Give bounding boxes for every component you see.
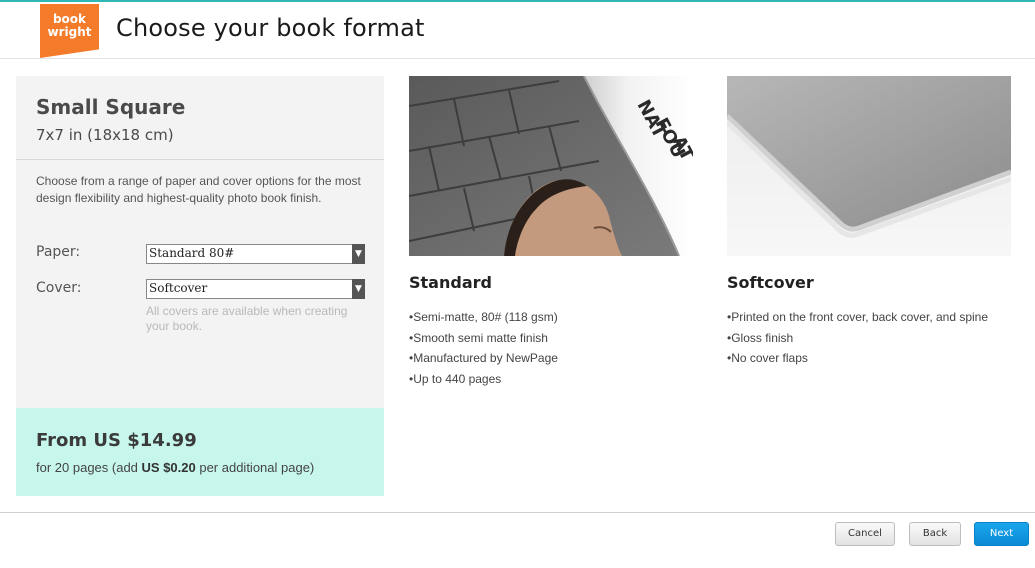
cover-label: Cover: — [36, 280, 82, 296]
list-item: Printed on the front cover, back cover, … — [727, 307, 1027, 328]
cover-features-list: Printed on the front cover, back cover, … — [727, 307, 1027, 369]
price-note: for 20 pages (add US $0.20 per additiona… — [36, 460, 314, 475]
logo-text-line1: book — [52, 12, 87, 26]
bookwright-logo[interactable]: book wright — [40, 4, 99, 58]
cancel-button[interactable]: Cancel — [835, 522, 895, 546]
paper-sample-image: NAT FOU AT — [409, 76, 693, 256]
format-name: Small Square — [36, 95, 186, 119]
cover-title: Softcover — [727, 273, 814, 292]
chevron-down-icon: ▼ — [352, 244, 365, 264]
price-box: From US $14.99 for 20 pages (add US $0.2… — [16, 408, 384, 496]
list-item: Semi-matte, 80# (118 gsm) — [409, 307, 709, 328]
cover-sample-image — [727, 76, 1011, 256]
list-item: Gloss finish — [727, 328, 1027, 349]
paper-select-value: Standard 80# — [149, 246, 235, 260]
cover-select-value: Softcover — [149, 281, 208, 295]
paper-features-list: Semi-matte, 80# (118 gsm) Smooth semi ma… — [409, 307, 709, 389]
chevron-down-icon: ▼ — [352, 279, 365, 299]
price-note-prefix: for 20 pages (add — [36, 460, 142, 475]
list-item: Manufactured by NewPage — [409, 348, 709, 369]
price-note-suffix: per additional page) — [195, 460, 315, 475]
logo-text-line2: wright — [47, 25, 92, 39]
price-note-amount: US $0.20 — [141, 460, 196, 475]
list-item: Up to 440 pages — [409, 369, 709, 390]
page-title: Choose your book format — [116, 14, 425, 42]
panel-divider — [16, 159, 384, 160]
format-description: Choose from a range of paper and cover o… — [36, 174, 361, 205]
back-button[interactable]: Back — [909, 522, 961, 546]
paper-title: Standard — [409, 273, 492, 292]
price: From US $14.99 — [36, 430, 197, 451]
cover-select[interactable]: Softcover ▼ — [146, 279, 365, 299]
header: book wright Choose your book format — [0, 2, 1035, 59]
list-item: Smooth semi matte finish — [409, 328, 709, 349]
footer-divider — [0, 512, 1035, 513]
next-button[interactable]: Next — [974, 522, 1029, 546]
paper-label: Paper: — [36, 244, 81, 260]
paper-select[interactable]: Standard 80# ▼ — [146, 244, 365, 264]
format-size: 7x7 in (18x18 cm) — [36, 126, 174, 144]
list-item: No cover flaps — [727, 348, 1027, 369]
format-options-panel: Small Square 7x7 in (18x18 cm) Choose fr… — [16, 76, 384, 496]
cover-hint: All covers are available when creating y… — [146, 304, 348, 333]
